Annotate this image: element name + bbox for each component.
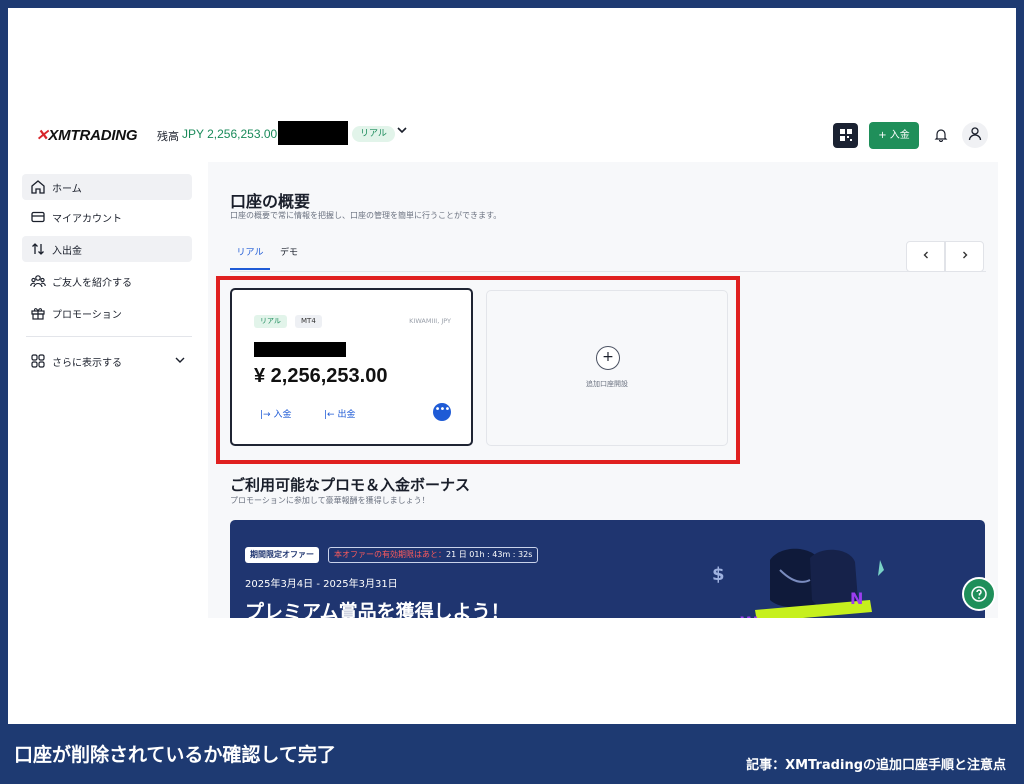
sidebar-item-label: プロモーション xyxy=(52,310,122,321)
highlight-box xyxy=(216,276,740,464)
page-title: 口座の概要 xyxy=(230,192,311,211)
sidebar-divider xyxy=(26,336,192,337)
chevron-down-icon[interactable] xyxy=(394,124,410,142)
user-icon xyxy=(968,127,982,141)
account-type-badge: リアル xyxy=(352,126,395,142)
card-icon xyxy=(31,211,45,223)
chevron-right-icon xyxy=(962,251,967,259)
promo-dates: 2025年3月4日 - 2025年3月31日 xyxy=(245,579,398,590)
help-chat-button[interactable] xyxy=(962,577,996,611)
promo-section-title: ご利用可能なプロモ＆入金ボーナス xyxy=(230,476,471,494)
svg-text:W: W xyxy=(740,613,758,618)
sidebar-item-deposit-withdraw[interactable]: 入出金 xyxy=(22,236,192,262)
caption-bar: 口座が削除されているか確認して完了 記事：XMTradingの追加口座手順と注意… xyxy=(0,724,1024,784)
sidebar-item-refer-friend[interactable]: ご友人を紹介する xyxy=(22,268,192,294)
svg-text:N: N xyxy=(850,589,863,608)
qr-code-icon xyxy=(839,129,852,141)
carousel-next-button[interactable] xyxy=(945,241,984,272)
notification-bell-icon[interactable] xyxy=(930,124,952,146)
sidebar-item-show-more[interactable]: さらに表示する xyxy=(22,348,192,374)
limited-offer-badge: 期間限定オファー xyxy=(245,547,319,563)
deposit-button[interactable]: + 入金 xyxy=(869,122,919,149)
offer-countdown: 本オファーの有効期限はあと：21 日 01h : 43m : 32s xyxy=(328,547,539,563)
sidebar-item-label: 入出金 xyxy=(52,246,82,257)
promo-prize-illustration: $ W N xyxy=(712,548,884,618)
tab-demo[interactable]: デモ xyxy=(274,242,304,270)
chevron-left-icon xyxy=(923,251,928,259)
sidebar-item-label: ホーム xyxy=(52,184,82,195)
page-subtitle: 口座の概要で常に情報を把握し、口座の管理を簡単に行うことができます。 xyxy=(230,211,502,220)
help-icon xyxy=(971,586,987,602)
sidebar-item-label: ご友人を紹介する xyxy=(52,278,132,289)
grid-icon xyxy=(31,354,45,368)
caption-article: 記事：XMTradingの追加口座手順と注意点 xyxy=(746,758,1006,773)
tab-real[interactable]: リアル xyxy=(230,242,270,270)
sidebar-item-label: さらに表示する xyxy=(52,358,122,369)
transfer-icon xyxy=(32,243,44,255)
balance-value: JPY 2,256,253.00 xyxy=(182,127,278,141)
carousel-prev-button[interactable] xyxy=(906,241,945,272)
qr-code-button[interactable] xyxy=(833,123,858,148)
promo-banner[interactable]: 期間限定オファー 本オファーの有効期限はあと：21 日 01h : 43m : … xyxy=(230,520,985,618)
promo-headline: プレミアム賞品を獲得しよう！ xyxy=(245,601,510,618)
countdown-value: 21 日 01h : 43m : 32s xyxy=(446,550,533,559)
promo-section-subtitle: プロモーションに参加して豪華報酬を獲得しましょう！ xyxy=(230,496,430,505)
top-bar: ✕XMTRADING 残高 JPY 2,256,253.00 リアル + 入金 xyxy=(22,110,998,160)
xmtrading-logo[interactable]: ✕XMTRADING xyxy=(36,126,138,144)
balance-label: 残高 xyxy=(157,130,179,143)
tab-divider xyxy=(230,271,986,272)
sidebar-item-promotion[interactable]: プロモーション xyxy=(22,300,192,326)
sidebar-item-home[interactable]: ホーム xyxy=(22,174,192,200)
redacted-account-number xyxy=(278,121,348,145)
countdown-label: 本オファーの有効期限はあと： xyxy=(334,550,446,559)
svg-text:$: $ xyxy=(712,564,725,585)
sidebar-item-label: マイアカウント xyxy=(52,214,122,225)
home-icon xyxy=(31,180,45,194)
user-profile-button[interactable] xyxy=(962,122,988,148)
chevron-down-icon xyxy=(175,357,185,363)
caption-main: 口座が削除されているか確認して完了 xyxy=(14,744,336,766)
sidebar: ホーム マイアカウント 入出金 ご友人を紹介する プロモーション さらに表示する xyxy=(22,162,200,618)
people-icon xyxy=(30,275,46,288)
sidebar-item-my-account[interactable]: マイアカウント xyxy=(22,204,192,230)
gift-icon xyxy=(31,308,45,320)
